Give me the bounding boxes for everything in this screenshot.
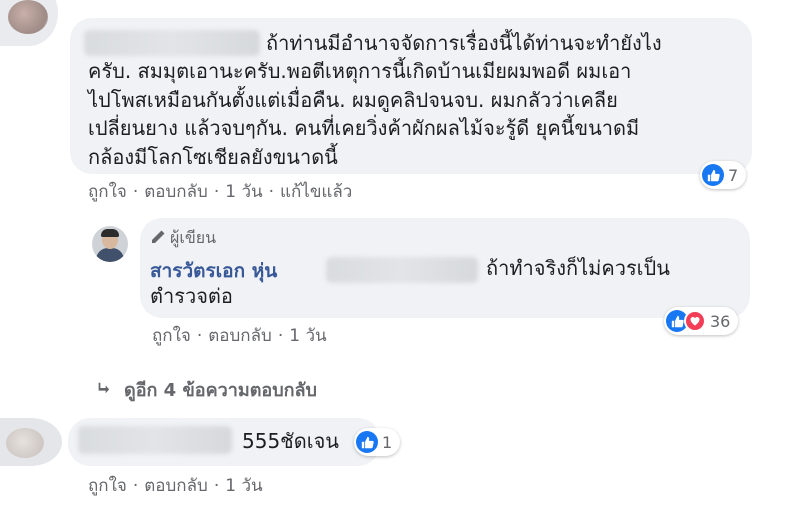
comment-text-continued: ครับ. สมมุตเอานะครับ.พอตีเหตุการนี้เกิดบ… (88, 57, 639, 171)
like-link[interactable]: ถูกใจ (152, 322, 191, 349)
reply-link[interactable]: ตอบกลับ (144, 178, 208, 205)
separator: · (277, 325, 284, 346)
comment-text: ถ้าท่านมีอำนาจจัดการเรื่องนี้ได้ท่านจะทำ… (266, 31, 662, 55)
reply-text-continued: ตำรวจต่อ (150, 284, 233, 308)
reply-text: ถ้าทำจริงก็ไม่ควรเป็น (486, 256, 670, 280)
reaction-count: 7 (728, 165, 739, 185)
comment-line: ไปโพสเหมือนกันตั้งแต่เมื่อคืน. ผมดูคลิปจ… (88, 87, 618, 112)
separator: · (213, 181, 220, 202)
reaction-count: 36 (710, 311, 731, 331)
avatar[interactable] (0, 418, 62, 466)
like-icon (356, 431, 378, 453)
timestamp[interactable]: 1 วัน (225, 178, 262, 205)
blurred-mention (326, 257, 478, 283)
avatar[interactable] (0, 0, 58, 46)
edited-label[interactable]: แก้ไขแล้ว (280, 178, 352, 205)
reaction-count: 1 (382, 432, 393, 452)
comment-actions: ถูกใจ · ตอบกลับ · 1 วัน · แก้ไขแล้ว (88, 178, 352, 205)
separator: · (132, 475, 139, 496)
comment-line: กล้องมีโลกโซเชียลยังขนาดนี้ (88, 144, 338, 169)
timestamp[interactable]: 1 วัน (289, 322, 326, 349)
reply-arrow-icon (96, 379, 110, 400)
badge-label: ผู้เขียน (170, 228, 217, 247)
like-link[interactable]: ถูกใจ (88, 178, 127, 205)
reply-link[interactable]: ตอบกลับ (208, 322, 272, 349)
like-link[interactable]: ถูกใจ (88, 472, 127, 499)
like-icon (702, 164, 724, 186)
comment-line: ครับ. สมมุตเอานะครับ.พอตีเหตุการนี้เกิดบ… (88, 59, 632, 83)
reply-actions: ถูกใจ · ตอบกลับ · 1 วัน (152, 322, 327, 349)
reaction-summary[interactable]: 1 (354, 428, 401, 456)
comment-text: 555ชัดเจน (242, 429, 339, 453)
separator: · (268, 181, 275, 202)
comment-actions: ถูกใจ · ตอบกลับ · 1 วัน (88, 472, 263, 499)
blurred-username (78, 426, 232, 454)
reaction-summary[interactable]: 7 (700, 161, 747, 189)
separator: · (213, 475, 220, 496)
comment-line: เปลี่ยนยาง แล้วจบๆกัน. คนที่เคยวิ่งค้าผั… (88, 116, 640, 140)
timestamp[interactable]: 1 วัน (225, 472, 262, 499)
view-more-label: ดูอีก 4 ข้อความตอบกลับ (124, 380, 317, 401)
author-badge: ผู้เขียน (150, 226, 216, 251)
view-more-replies-link[interactable]: ดูอีก 4 ข้อความตอบกลับ (96, 375, 317, 404)
love-icon (684, 310, 706, 332)
reply-link[interactable]: ตอบกลับ (144, 472, 208, 499)
author-avatar[interactable] (92, 226, 128, 262)
separator: · (132, 181, 139, 202)
blurred-username (84, 30, 260, 56)
pencil-icon (150, 229, 166, 249)
separator: · (196, 325, 203, 346)
reaction-summary[interactable]: 36 (664, 307, 739, 335)
